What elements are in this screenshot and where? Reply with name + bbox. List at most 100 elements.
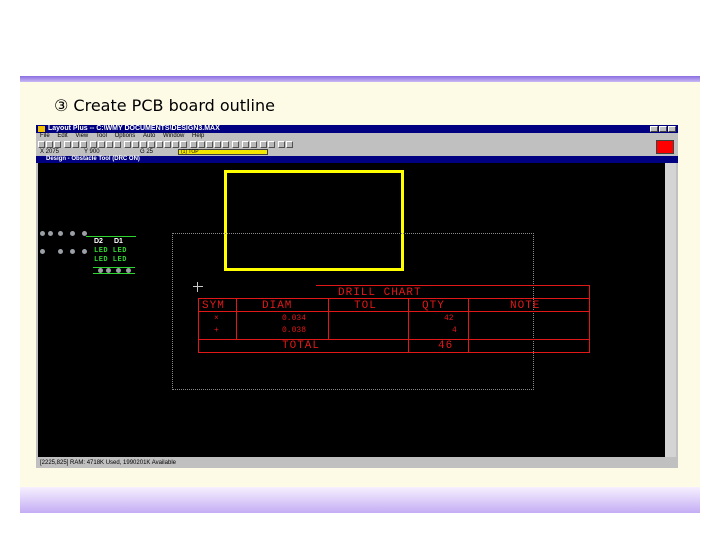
app-icon — [38, 126, 45, 132]
maximize-button[interactable] — [659, 126, 667, 132]
zoom-icon[interactable] — [124, 141, 131, 148]
pad — [48, 231, 53, 236]
current-layer-color[interactable] — [656, 140, 674, 154]
coord-x-readout: X 2075 — [40, 149, 60, 155]
close-button[interactable] — [668, 126, 676, 132]
menu-bar: File Edit View Tool Options Auto Window … — [36, 133, 678, 140]
zoom-all-icon[interactable] — [148, 141, 155, 148]
pad — [82, 249, 87, 254]
design-canvas[interactable]: D2 D1 LED LED LED LED DRILL CHART SYM DI… — [38, 163, 665, 457]
layout-plus-window: Layout Plus -- C:\WMY DOCUMENTS\DESIGN3.… — [36, 125, 678, 468]
drill-chart-rule — [198, 298, 199, 353]
help-icon[interactable] — [286, 141, 293, 148]
drill-header-qty: QTY — [422, 300, 445, 312]
drill-row-sym: + — [214, 326, 219, 335]
drill-header-diam: DIAM — [262, 300, 293, 312]
menu-window[interactable]: Window — [163, 133, 184, 139]
pad — [98, 268, 103, 273]
pad — [58, 231, 63, 236]
menu-auto[interactable]: Auto — [143, 133, 155, 139]
slide-title: ③ Create PCB board outline — [54, 96, 275, 115]
menu-edit[interactable]: Edit — [57, 133, 67, 139]
layer-select[interactable]: (1) TOP — [178, 149, 268, 155]
error-icon[interactable] — [198, 141, 205, 148]
connection-icon[interactable] — [190, 141, 197, 148]
library-icon[interactable] — [90, 141, 97, 148]
drill-row-diam: 0.034 — [282, 314, 307, 323]
design-window-titlebar: Design - Obstacle Tool (DRC ON) — [36, 156, 678, 163]
status-text: [2225,825] RAM: 4718K Used, 1990201K Ava… — [40, 460, 176, 466]
find-icon[interactable] — [72, 141, 79, 148]
vertical-scrollbar[interactable] — [665, 163, 676, 457]
menu-help[interactable]: Help — [192, 133, 204, 139]
app-titlebar: Layout Plus -- C:\WMY DOCUMENTS\DESIGN3.… — [36, 125, 678, 133]
pad — [70, 249, 75, 254]
pad — [70, 231, 75, 236]
spreadsheet-icon[interactable] — [278, 141, 285, 148]
refresh-icon[interactable] — [242, 141, 249, 148]
reconnect-icon[interactable] — [232, 141, 239, 148]
minimize-button[interactable] — [650, 126, 658, 132]
dimension-icon[interactable] — [172, 141, 179, 148]
zoom-out-icon[interactable] — [140, 141, 147, 148]
trace — [86, 236, 136, 237]
component-icon[interactable] — [98, 141, 105, 148]
drc-icon[interactable] — [214, 141, 221, 148]
properties-icon[interactable] — [80, 141, 87, 148]
drill-chart-rule — [198, 352, 590, 353]
open-icon[interactable] — [46, 141, 53, 148]
pad-icon[interactable] — [180, 141, 187, 148]
cut-icon[interactable] — [64, 141, 71, 148]
drill-row-diam: 0.038 — [282, 326, 307, 335]
design-window-title: Design - Obstacle Tool (DRC ON) — [46, 156, 140, 162]
drill-header-note: NOTE — [510, 300, 541, 312]
zoom-in-icon[interactable] — [132, 141, 139, 148]
footprint-icon[interactable] — [114, 141, 121, 148]
led-parts[interactable]: D2 D1 LED LED LED LED — [38, 223, 158, 293]
drill-chart-rule — [236, 298, 237, 339]
online-drc-icon[interactable] — [222, 141, 229, 148]
route-icon[interactable] — [260, 141, 267, 148]
footprint-outline — [93, 273, 135, 274]
part-ref-d1: D1 — [114, 238, 123, 245]
obstacle-tool-icon[interactable] — [156, 141, 163, 148]
menu-file[interactable]: File — [40, 133, 50, 139]
part-value-row1: LED LED — [94, 247, 127, 255]
menu-options[interactable]: Options — [115, 133, 136, 139]
drill-row-qty: 4 — [452, 326, 457, 335]
pad — [106, 268, 111, 273]
drill-header-tol: TOL — [354, 300, 377, 312]
drill-chart-rule — [316, 285, 590, 286]
pad — [126, 268, 131, 273]
pad — [116, 268, 121, 273]
drill-header-sym: SYM — [202, 300, 225, 312]
drill-total-qty: 46 — [438, 340, 454, 352]
part-value-row2: LED LED — [94, 256, 127, 264]
drill-total-label: TOTAL — [282, 340, 321, 352]
slide-top-band — [20, 76, 700, 82]
drill-chart-rule — [408, 298, 409, 353]
auto-route-icon[interactable] — [268, 141, 275, 148]
menu-tool[interactable]: Tool — [96, 133, 107, 139]
drill-row-qty: 42 — [444, 314, 454, 323]
coord-y-readout: Y 900 — [84, 149, 100, 155]
part-ref-d2: D2 — [94, 238, 103, 245]
drill-chart[interactable]: DRILL CHART SYM DIAM TOL QTY NOTE × 0.03… — [198, 285, 590, 353]
slide-bottom-band — [20, 487, 700, 513]
new-icon[interactable] — [38, 141, 45, 148]
drill-chart-rule — [328, 298, 329, 339]
drill-row-sym: × — [214, 314, 219, 323]
back-icon[interactable] — [250, 141, 257, 148]
drill-chart-rule — [468, 298, 469, 353]
pad — [58, 249, 63, 254]
text-tool-icon[interactable] — [164, 141, 171, 148]
color-icon[interactable] — [206, 141, 213, 148]
status-bar: [2225,825] RAM: 4718K Used, 1990201K Ava… — [36, 458, 678, 468]
menu-view[interactable]: View — [75, 133, 88, 139]
grid-readout: G 25 — [140, 149, 154, 155]
pin-icon[interactable] — [106, 141, 113, 148]
drill-chart-rule — [198, 339, 590, 340]
pad — [40, 249, 45, 254]
drill-chart-rule — [198, 298, 590, 299]
save-icon[interactable] — [54, 141, 61, 148]
